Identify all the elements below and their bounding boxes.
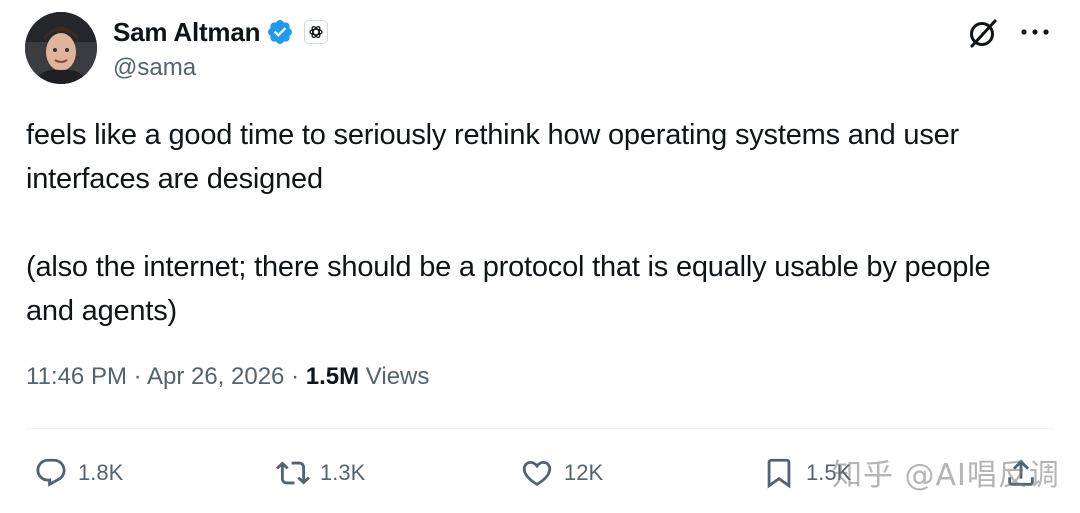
avatar-image <box>25 12 97 84</box>
like-count: 12K <box>564 460 604 485</box>
meta-separator: · <box>291 363 300 390</box>
tweet-meta: 11:46 PM · Apr 26, 2026 · 1.5M Views <box>26 363 429 391</box>
avatar[interactable] <box>25 12 97 84</box>
author-handle[interactable]: @sama <box>113 54 196 82</box>
openai-org-badge-icon[interactable] <box>304 20 329 44</box>
divider <box>26 428 1054 429</box>
reply-count: 1.8K <box>78 460 124 485</box>
verified-badge-icon <box>268 20 293 44</box>
repost-icon <box>276 461 310 485</box>
meta-separator: · <box>133 363 142 390</box>
reply-icon <box>36 458 66 487</box>
author-row: Sam Altman <box>113 15 329 49</box>
watermark: 知乎 @AI唱反调 <box>832 458 1060 493</box>
tweet-paragraph: feels like a good time to seriously reth… <box>26 119 960 195</box>
bookmark-icon <box>767 458 791 489</box>
reply-button[interactable]: 1.8K <box>34 448 123 498</box>
tweet-paragraph: (also the internet; there should be a pr… <box>26 251 991 327</box>
like-icon <box>522 460 552 486</box>
views-count: 1.5M <box>305 363 360 390</box>
grok-icon[interactable] <box>966 16 1000 50</box>
tweet-text: feels like a good time to seriously reth… <box>26 113 1026 333</box>
like-button[interactable]: 12K <box>520 448 603 498</box>
tweet-time[interactable]: 11:46 PM <box>26 363 127 390</box>
tweet-date[interactable]: Apr 26, 2026 <box>147 363 284 390</box>
views-label: Views <box>365 363 430 390</box>
repost-count: 1.3K <box>320 460 366 485</box>
author-name[interactable]: Sam Altman <box>113 17 261 48</box>
repost-button[interactable]: 1.3K <box>276 448 365 498</box>
more-icon[interactable] <box>1018 20 1052 44</box>
